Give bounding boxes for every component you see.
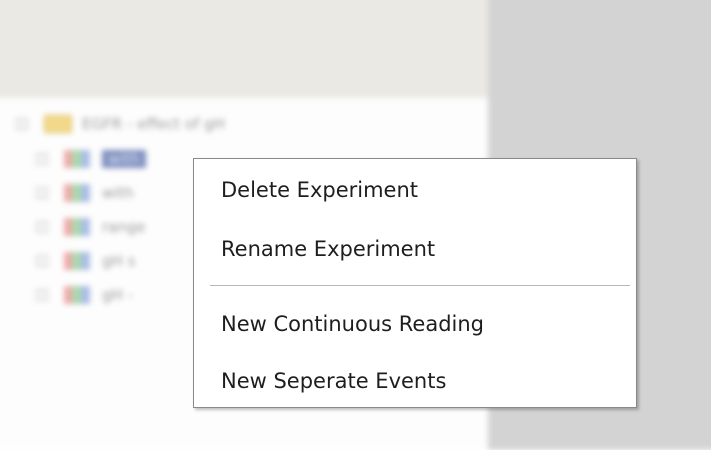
expand-icon[interactable] [36,221,48,233]
experiment-icon [64,286,90,304]
toolbar [0,0,490,101]
experiment-icon [64,150,90,168]
tree-item-label: gH s [102,252,136,270]
delete-experiment-menu-item[interactable]: Delete Experiment [221,176,418,204]
expand-icon[interactable] [36,153,48,165]
experiment-icon [64,252,90,270]
experiment-icon [64,184,90,202]
tree-folder-label: EGFR - effect of gH [82,115,225,133]
rename-experiment-menu-item[interactable]: Rename Experiment [221,235,435,263]
context-menu: Delete Experiment Rename Experiment New … [193,158,637,408]
tree-item-label: gH - [102,286,133,304]
tree-folder-row[interactable]: EGFR - effect of gH [16,113,225,135]
tree-item-experiment[interactable]: range [36,216,146,238]
tree-item-experiment[interactable]: gH - [36,284,133,306]
new-seperate-events-menu-item[interactable]: New Seperate Events [221,367,446,395]
tree-item-experiment[interactable]: with [36,182,134,204]
folder-icon [44,115,72,133]
tree-item-label: with [102,184,134,202]
tree-item-label: with [102,150,146,168]
expand-icon[interactable] [36,289,48,301]
expand-icon[interactable] [36,255,48,267]
experiment-icon [64,218,90,236]
tree-item-experiment[interactable]: with [36,148,146,170]
new-continuous-reading-menu-item[interactable]: New Continuous Reading [221,310,484,338]
menu-separator [210,285,630,287]
expand-icon[interactable] [36,187,48,199]
tree-item-label: range [102,218,146,236]
collapse-icon[interactable] [16,118,28,130]
tree-item-experiment[interactable]: gH s [36,250,135,272]
